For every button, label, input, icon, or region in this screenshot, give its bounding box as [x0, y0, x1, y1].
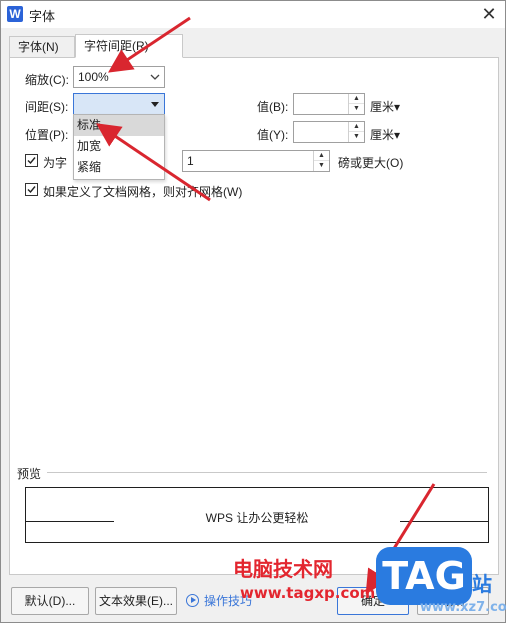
- preview-baseline-right: [400, 521, 488, 522]
- grid-snap-label: 如果定义了文档网格，则对齐网格(W): [43, 185, 243, 199]
- option-expanded[interactable]: 加宽: [74, 136, 164, 157]
- watermark-url: www.tagxp.com: [240, 584, 376, 602]
- play-circle-icon: [186, 594, 199, 607]
- checkmark-icon: [27, 157, 36, 165]
- watermark-zhan: 站: [472, 572, 492, 596]
- watermark-text: 电脑技术网: [233, 557, 333, 581]
- position-label: 位置(P):: [25, 128, 69, 142]
- kerning-suffix: 磅或更大(O): [338, 156, 404, 170]
- option-standard[interactable]: 标准: [74, 115, 164, 136]
- font-dialog: W 字体 ✕ 字体(N) 字符间距(R) 缩放(C): 100% 间距(S): …: [0, 0, 506, 623]
- spacing-combo[interactable]: [73, 93, 165, 115]
- close-button[interactable]: ✕: [473, 1, 505, 28]
- spin-buttons: ▲ ▼: [348, 94, 364, 114]
- spin-buttons: ▲ ▼: [313, 151, 329, 171]
- option-condensed[interactable]: 紧缩: [74, 157, 164, 178]
- tab-font[interactable]: 字体(N): [9, 36, 75, 58]
- kerning-spinbox[interactable]: 1 ▲ ▼: [182, 150, 330, 172]
- kerning-value[interactable]: 1: [187, 154, 194, 168]
- default-button[interactable]: 默认(D)...: [11, 587, 89, 615]
- scale-value: 100%: [78, 70, 109, 84]
- position-unit-dropdown[interactable]: 厘米▾: [370, 126, 400, 143]
- watermark-logo: TAG: [376, 547, 472, 605]
- preview-divider: [47, 472, 487, 473]
- wps-writer-icon: W: [7, 6, 23, 22]
- title-bar: W 字体 ✕: [1, 1, 505, 28]
- spin-down-button[interactable]: ▼: [349, 104, 364, 114]
- scale-combo[interactable]: 100%: [73, 66, 165, 88]
- spin-up-button[interactable]: ▲: [314, 151, 329, 161]
- spacing-label: 间距(S):: [25, 100, 69, 114]
- position-value-label: 值(Y):: [257, 128, 289, 142]
- kerning-label: 为字: [43, 156, 68, 170]
- tab-character-spacing[interactable]: 字符间距(R): [75, 34, 183, 58]
- preview-label: 预览: [17, 467, 42, 481]
- dialog-title: 字体: [29, 9, 56, 24]
- grid-snap-checkbox[interactable]: [25, 183, 38, 196]
- spin-buttons: ▲ ▼: [348, 122, 364, 142]
- preview-sample-text: WPS 让办公更轻松: [205, 511, 309, 525]
- checkmark-icon: [27, 186, 36, 194]
- spacing-unit-dropdown[interactable]: 厘米▾: [370, 98, 400, 115]
- spin-down-button[interactable]: ▼: [349, 132, 364, 142]
- spin-down-button[interactable]: ▼: [314, 161, 329, 171]
- position-value-spinbox[interactable]: ▲ ▼: [293, 121, 365, 143]
- spacing-dropdown-list: 标准 加宽 紧缩: [73, 114, 165, 180]
- dropdown-arrow-icon: [151, 102, 159, 107]
- kerning-checkbox[interactable]: [25, 154, 38, 167]
- chevron-down-icon: [150, 74, 160, 80]
- watermark-url-2: www.xz7.com: [420, 600, 506, 615]
- text-effects-button[interactable]: 文本效果(E)...: [95, 587, 177, 615]
- preview-box: WPS 让办公更轻松: [25, 487, 489, 543]
- spacing-value-spinbox[interactable]: ▲ ▼: [293, 93, 365, 115]
- spacing-value-label: 值(B):: [257, 100, 289, 114]
- scale-label: 缩放(C):: [25, 73, 69, 87]
- spin-up-button[interactable]: ▲: [349, 94, 364, 104]
- spin-up-button[interactable]: ▲: [349, 122, 364, 132]
